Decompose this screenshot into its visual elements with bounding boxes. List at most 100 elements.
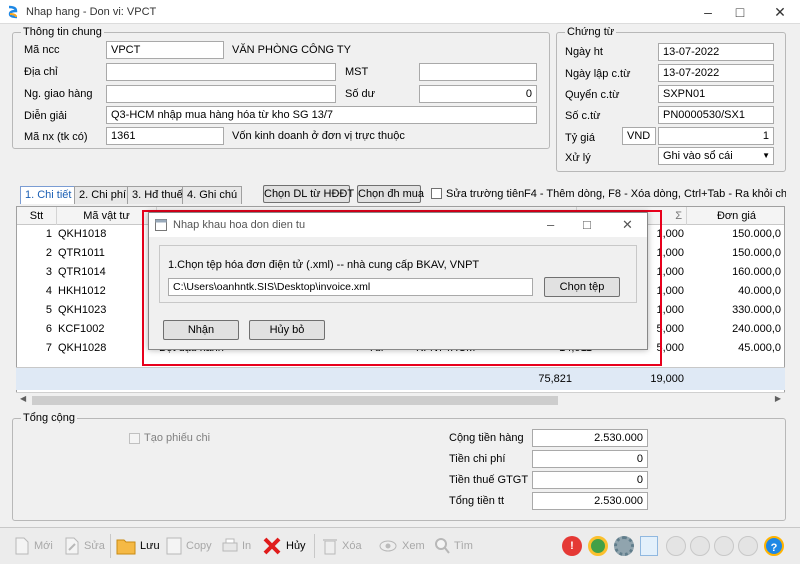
bottom-toolbar: Mới Sửa Lưu Copy In Hủy Xóa Xem Tìm ! ? (0, 527, 800, 564)
xu-ly-value: Ghi vào sổ cái (663, 150, 733, 162)
so-ct-label: Số c.từ (565, 110, 601, 122)
dialog-instruction: 1.Chọn tệp hóa đơn điện tử (.xml) -- nhà… (168, 259, 480, 271)
ng-giao-hang-input[interactable] (106, 85, 336, 103)
sua-truong-tien-checkbox[interactable] (431, 188, 442, 199)
cell-stt[interactable]: 7 (16, 339, 52, 358)
cell-ma-vat-tu[interactable]: HKH1012 (58, 282, 154, 301)
cell-stt[interactable]: 1 (16, 225, 52, 244)
save-button[interactable]: Lưu (116, 533, 160, 559)
cell-stt[interactable]: 2 (16, 244, 52, 263)
tab-chi-tiet[interactable]: 1. Chi tiết (20, 186, 77, 204)
minimize-button[interactable]: – (690, 0, 726, 24)
chon-dl-hddt-button[interactable]: Chọn DL từ HĐĐT (263, 185, 354, 203)
ty-gia-input[interactable]: 1 (658, 127, 774, 145)
copy-button[interactable]: Copy (166, 533, 212, 559)
choose-file-button[interactable]: Chọn tệp (544, 277, 620, 297)
dia-chi-input[interactable] (106, 63, 336, 81)
quyen-ct-input[interactable]: SXPN01 (658, 85, 774, 103)
header-stt[interactable]: Stt (17, 207, 57, 225)
ma-ncc-input[interactable]: VPCT (106, 41, 224, 59)
ma-nx-input[interactable]: 1361 (106, 127, 224, 145)
tien-thue-input[interactable]: 0 (532, 471, 648, 489)
dialog-close-button[interactable]: ✕ (622, 217, 633, 233)
so-du-input[interactable]: 0 (419, 85, 537, 103)
cell-don-gia[interactable]: 240.000,0 (688, 320, 781, 339)
xu-ly-label: Xử lý (565, 152, 591, 164)
cell-don-gia[interactable]: 45.000,0 (688, 339, 781, 358)
chon-dh-mua-button[interactable]: Chọn đh mua (357, 185, 424, 203)
xu-ly-select[interactable]: Ghi vào sổ cái ▼ (658, 147, 774, 165)
ngay-lap-input[interactable]: 13-07-2022 (658, 64, 774, 82)
cell-don-gia[interactable]: 150.000,0 (688, 225, 781, 244)
edit-button[interactable]: Sửa (64, 533, 105, 559)
dialog-file-panel: 1.Chọn tệp hóa đơn điện tử (.xml) -- nhà… (159, 245, 637, 303)
tab-hd-thue[interactable]: 3. Hđ thuế (127, 186, 188, 204)
prev-record-icon[interactable] (690, 536, 710, 556)
dialog-minimize-button[interactable]: – (547, 217, 554, 232)
dien-giai-input[interactable]: Q3-HCM nhập mua hàng hóa từ kho SG 13/7 (106, 106, 537, 124)
cong-tien-hang-input[interactable]: 2.530.000 (532, 429, 648, 447)
tab-chi-phi[interactable]: 2. Chi phí (74, 186, 132, 204)
cell-stt[interactable]: 6 (16, 320, 52, 339)
cell-don-gia[interactable]: 40.000,0 (688, 282, 781, 301)
close-button[interactable]: ✕ (762, 0, 798, 24)
scroll-left-icon[interactable]: ◀ (20, 394, 26, 403)
print-icon (222, 538, 238, 552)
gear-icon[interactable] (614, 536, 634, 556)
file-path-input[interactable]: C:\Users\oanhntk.SIS\Desktop\invoice.xml (168, 278, 533, 296)
cell-ma-vat-tu[interactable]: QTR1014 (58, 263, 154, 282)
ngay-ht-input[interactable]: 13-07-2022 (658, 43, 774, 61)
cancel-dialog-button[interactable]: Hủy bỏ (249, 320, 325, 340)
ty-gia-label: Tỷ giá (565, 132, 595, 144)
dialog-title: Nhap khau hoa don dien tu (173, 219, 306, 231)
cancel-button[interactable]: Hủy (262, 533, 306, 559)
cancel-label: Hủy (286, 540, 306, 552)
dialog-maximize-button[interactable]: □ (583, 217, 591, 232)
grid-horizontal-scrollbar[interactable]: ◀ ▶ (16, 392, 785, 408)
cell-stt[interactable]: 4 (16, 282, 52, 301)
next-record-icon[interactable] (714, 536, 734, 556)
scrollbar-thumb[interactable] (32, 396, 558, 405)
cell-ma-vat-tu[interactable]: QKH1023 (58, 301, 154, 320)
save-label: Lưu (140, 540, 160, 552)
quyen-ct-label: Quyển c.từ (565, 89, 620, 101)
cell-ma-vat-tu[interactable]: QTR1011 (58, 244, 154, 263)
chevron-down-icon: ▼ (762, 151, 770, 160)
tien-chi-phi-input[interactable]: 0 (532, 450, 648, 468)
tao-phieu-chi-checkbox[interactable] (129, 433, 140, 444)
so-ct-input[interactable]: PN0000530/SX1 (658, 106, 774, 124)
cell-don-gia[interactable]: 150.000,0 (688, 244, 781, 263)
maximize-button[interactable]: □ (722, 0, 758, 24)
help-icon[interactable]: ? (764, 536, 784, 556)
calendar-icon[interactable] (640, 536, 658, 556)
cell-stt[interactable]: 3 (16, 263, 52, 282)
sua-truong-tien-label: Sửa trường tiên (446, 188, 525, 200)
cell-ma-vat-tu[interactable]: QKH1028 (58, 339, 154, 358)
cell-ma-vat-tu[interactable]: KCF1002 (58, 320, 154, 339)
cell-stt[interactable]: 5 (16, 301, 52, 320)
new-button[interactable]: Mới (14, 533, 53, 559)
view-button[interactable]: Xem (378, 533, 425, 559)
first-record-icon[interactable] (666, 536, 686, 556)
accept-button[interactable]: Nhận (163, 320, 239, 340)
tong-tien-input[interactable]: 2.530.000 (532, 492, 648, 510)
tab-ghi-chu[interactable]: 4. Ghi chú (182, 186, 243, 204)
scroll-right-icon[interactable]: ▶ (775, 394, 781, 403)
delete-button[interactable]: Xóa (322, 533, 362, 559)
cell-don-gia[interactable]: 160.000,0 (688, 263, 781, 282)
list-icon[interactable] (588, 536, 608, 556)
search-icon (435, 538, 450, 554)
app-logo-icon (8, 5, 18, 19)
cell-don-gia[interactable]: 330.000,0 (688, 301, 781, 320)
header-don-gia[interactable]: Đơn giá (687, 207, 784, 225)
mst-input[interactable] (419, 63, 537, 81)
search-button[interactable]: Tìm (434, 533, 473, 559)
print-label: In (242, 540, 252, 552)
print-button[interactable]: In (222, 533, 251, 559)
trash-icon (323, 539, 337, 555)
currency-input[interactable]: VND (622, 127, 656, 145)
info-icon[interactable]: ! (562, 536, 582, 556)
cell-ma-vat-tu[interactable]: QKH1018 (58, 225, 154, 244)
last-record-icon[interactable] (738, 536, 758, 556)
window-title: Nhap hang - Don vi: VPCT (26, 6, 157, 18)
